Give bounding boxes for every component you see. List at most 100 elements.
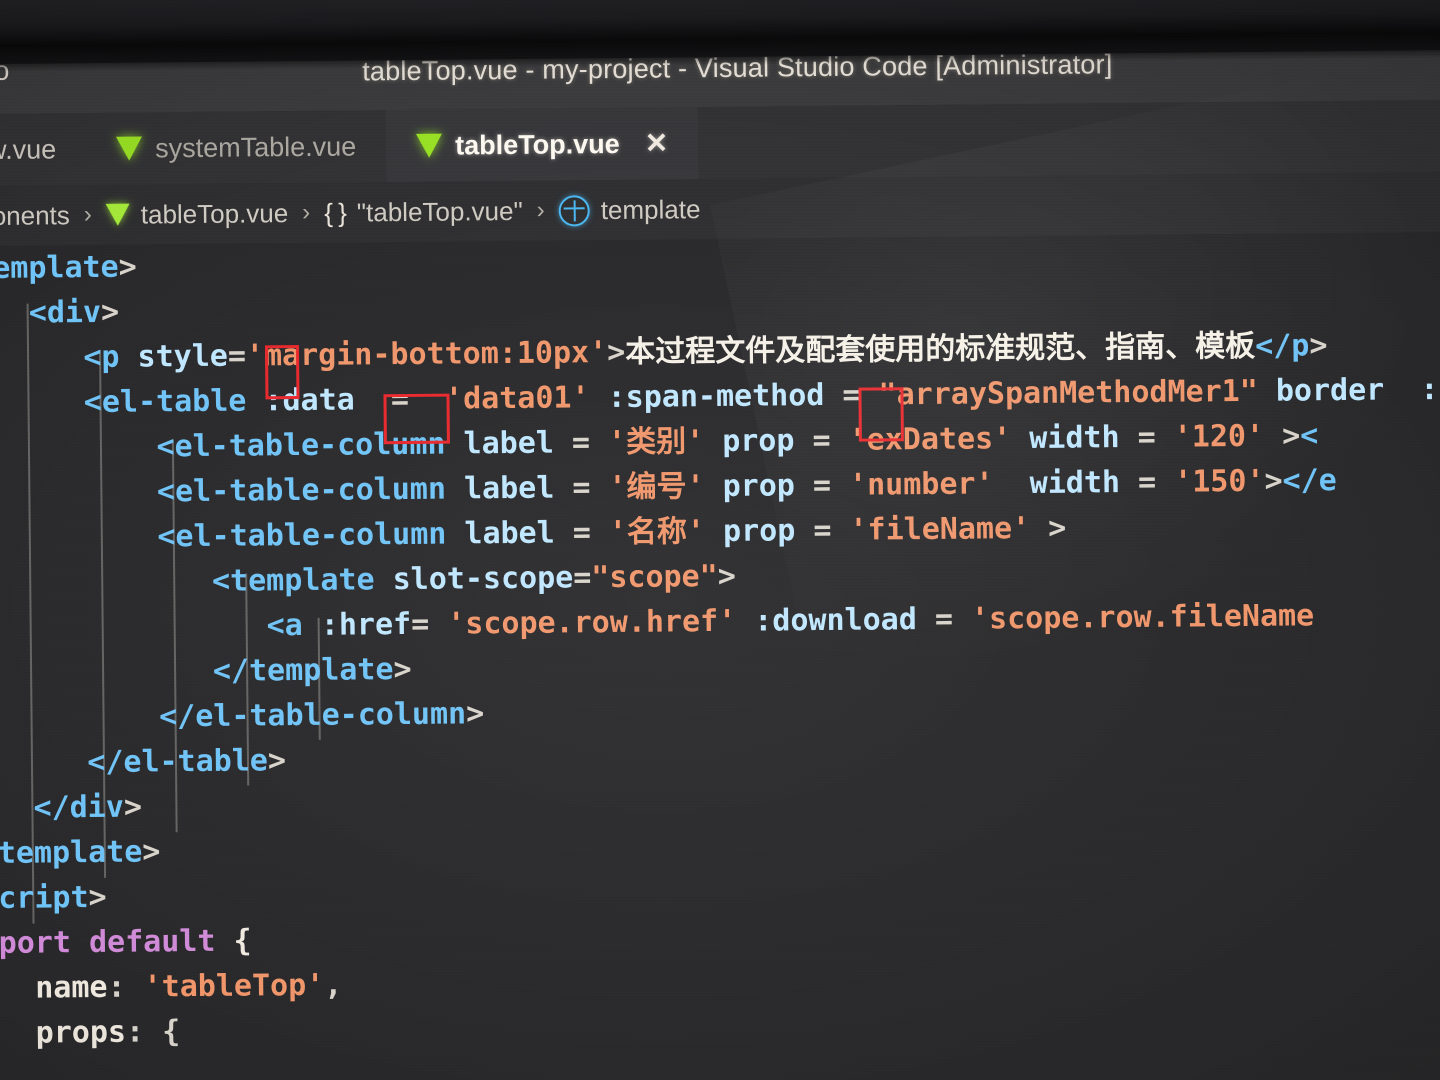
code-token: = xyxy=(794,467,850,504)
code-token: border xyxy=(1275,372,1385,409)
code-token: = xyxy=(1119,419,1174,456)
code-token: > xyxy=(465,696,485,732)
editor-tab-bar: w.vue systemTable.vue tableTop.vue ✕ xyxy=(0,99,1440,186)
code-token: <a xyxy=(266,607,303,644)
chevron-right-icon: › xyxy=(83,200,92,229)
vue-icon xyxy=(105,203,130,226)
code-token: props xyxy=(35,1014,127,1051)
code-token: > xyxy=(1263,418,1301,454)
code-token: = xyxy=(1119,464,1175,501)
code-token: > xyxy=(1029,510,1067,546)
code-token: > xyxy=(267,743,287,779)
code-token: port xyxy=(0,925,90,961)
breadcrumb-item-folder[interactable]: onents xyxy=(0,200,70,232)
code-token: 'fileName' xyxy=(849,511,1031,548)
code-token: = xyxy=(354,381,446,418)
code-token: = xyxy=(554,515,610,551)
code-token: > xyxy=(1309,328,1328,364)
code-token: 'data01' xyxy=(444,380,590,417)
code-token: label xyxy=(463,425,555,462)
code-token: > xyxy=(88,879,107,916)
vue-icon xyxy=(416,133,443,158)
tab-label: tableTop.vue xyxy=(455,128,620,161)
code-token: : xyxy=(107,969,144,1005)
code-token: : xyxy=(1384,372,1439,408)
code-lines[interactable]: emplate> <div> <p style='margin-bottom:1… xyxy=(0,232,1440,1056)
code-token: :data xyxy=(264,382,355,419)
code-token: 'margin-bottom:10px' xyxy=(245,335,608,374)
code-token: , xyxy=(324,967,343,1003)
code-token: = xyxy=(573,560,592,596)
code-token: = xyxy=(824,377,879,413)
cube-icon xyxy=(558,194,590,227)
chevron-right-icon: › xyxy=(302,198,311,226)
code-token: <el-table-column xyxy=(156,471,447,510)
code-token: "scope" xyxy=(591,559,718,596)
code-token: 'scope.row.fileName xyxy=(970,598,1315,637)
breadcrumb-item-module[interactable]: "tableTop.vue" xyxy=(357,195,523,228)
code-token: = xyxy=(794,422,849,459)
code-token: > xyxy=(607,334,626,371)
code-token: = xyxy=(227,338,247,374)
code-token: > xyxy=(1264,463,1283,499)
code-token: <template xyxy=(211,562,375,599)
breadcrumb-item-file[interactable]: tableTop.vue xyxy=(141,198,289,230)
code-token: </p xyxy=(1255,328,1310,364)
code-token: '名称' xyxy=(608,514,706,551)
code-token: 'tableTop' xyxy=(143,967,325,1005)
code-token: '编号' xyxy=(608,469,705,506)
code-token: template xyxy=(0,834,143,871)
code-token: :href xyxy=(320,606,412,643)
code-editor[interactable]: emplate> <div> <p style='margin-bottom:1… xyxy=(0,231,1440,1080)
code-token: = xyxy=(553,425,609,461)
tab-systemTable-vue[interactable]: systemTable.vue xyxy=(86,110,387,185)
code-token: emplate xyxy=(0,249,119,286)
code-token: 'number' xyxy=(848,466,994,503)
tab-w-vue[interactable]: w.vue xyxy=(0,113,86,186)
breadcrumb-item-symbol[interactable]: template xyxy=(601,194,701,226)
code-token: name xyxy=(35,969,108,1006)
code-token: 'exDates' xyxy=(848,421,1012,458)
code-token: <p xyxy=(83,339,120,376)
code-token: </e xyxy=(1282,463,1337,499)
chevron-right-icon: › xyxy=(536,196,545,224)
code-token: prop xyxy=(722,513,796,549)
code-token: prop xyxy=(722,468,796,504)
code-token: > xyxy=(393,651,412,688)
code-token: > xyxy=(100,294,120,330)
code-token: 'scope.row.href' xyxy=(447,603,737,642)
code-token: style xyxy=(137,338,229,375)
close-icon[interactable]: ✕ xyxy=(645,127,669,158)
code-token: > xyxy=(118,249,137,285)
code-token: = xyxy=(554,470,609,506)
code-token: prop xyxy=(722,423,795,459)
code-token: = xyxy=(795,512,850,549)
code-token: </el-table xyxy=(87,743,269,781)
vscode-window: o tableTop.vue - my-project - Visual Stu… xyxy=(0,21,1440,1080)
tab-tableTop-vue[interactable]: tableTop.vue ✕ xyxy=(385,107,699,183)
braces-icon: { } xyxy=(324,197,346,228)
code-token: </div xyxy=(33,789,125,826)
